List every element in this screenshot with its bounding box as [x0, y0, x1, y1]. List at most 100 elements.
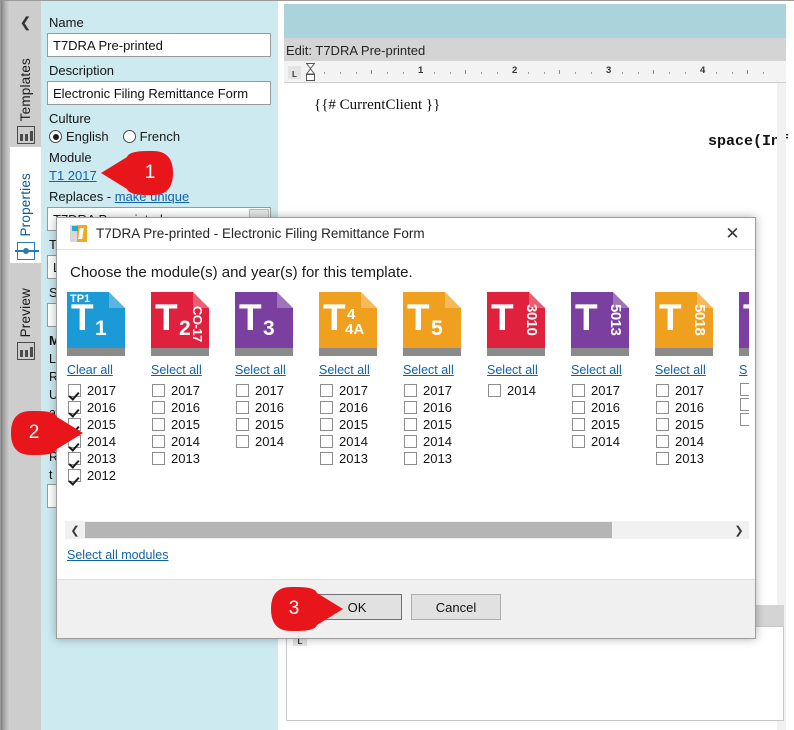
year-checkbox-row[interactable]: 2014	[320, 434, 401, 449]
module-select-all-link[interactable]: Select all	[403, 363, 485, 377]
module-select-all-link[interactable]: Select all	[655, 363, 737, 377]
year-checkbox[interactable]	[320, 435, 333, 448]
year-checkbox[interactable]	[152, 401, 165, 414]
year-label: 2014	[591, 434, 620, 449]
year-checkbox[interactable]	[320, 401, 333, 414]
year-label: 2017	[423, 383, 452, 398]
year-checkbox-row[interactable]: 2017	[320, 383, 401, 398]
year-checkbox-row[interactable]: 2017	[152, 383, 233, 398]
year-checkbox[interactable]	[740, 383, 749, 396]
year-checkbox-row[interactable]: 2014	[236, 434, 317, 449]
year-checkbox[interactable]	[404, 418, 417, 431]
year-checkbox[interactable]	[236, 435, 249, 448]
scrollbar-thumb[interactable]	[85, 522, 612, 538]
module-value-link[interactable]: T1 2017	[49, 168, 97, 183]
module-select-all-link[interactable]: Select all	[487, 363, 569, 377]
year-checkbox[interactable]	[572, 418, 585, 431]
year-checkbox-row[interactable]: 2016	[236, 400, 317, 415]
year-checkbox[interactable]	[320, 384, 333, 397]
year-checkbox[interactable]	[236, 401, 249, 414]
year-checkbox-row[interactable]: 2015	[572, 417, 653, 432]
name-input[interactable]: T7DRA Pre-printed	[47, 33, 271, 57]
year-checkbox[interactable]	[152, 435, 165, 448]
year-checkbox-row[interactable]: 2016	[404, 400, 485, 415]
year-checkbox[interactable]	[656, 418, 669, 431]
year-checkbox-row[interactable]: 2015	[656, 417, 737, 432]
chevron-left-icon[interactable]: ❮	[65, 521, 85, 539]
year-checkbox[interactable]	[656, 452, 669, 465]
year-checkbox[interactable]	[572, 384, 585, 397]
year-checkbox[interactable]	[152, 452, 165, 465]
year-checkbox-row[interactable]: 2016	[656, 400, 737, 415]
year-checkbox-row[interactable]: 2017	[656, 383, 737, 398]
collapse-pane-icon[interactable]: ❮	[10, 9, 41, 35]
year-checkbox-row[interactable]: 2017	[404, 383, 485, 398]
year-checkbox-row[interactable]: 2014	[404, 434, 485, 449]
year-checkbox[interactable]	[740, 398, 749, 411]
year-checkbox-row[interactable]: 2014	[152, 434, 233, 449]
year-checkbox-row[interactable]: 2013	[656, 451, 737, 466]
radio-french[interactable]	[122, 130, 136, 143]
select-all-modules-link[interactable]: Select all modules	[67, 548, 168, 562]
year-checkbox[interactable]	[656, 384, 669, 397]
year-checkbox-row[interactable]: 2013	[320, 451, 401, 466]
year-checkbox-row[interactable]: 2014	[572, 434, 653, 449]
year-checkbox-row[interactable]: 2013	[152, 451, 233, 466]
preview-panel[interactable]: L	[286, 626, 784, 721]
cancel-button[interactable]: Cancel	[411, 594, 501, 620]
module-select-all-link[interactable]: Select all	[571, 363, 653, 377]
year-checkbox-row[interactable]: 2014	[488, 383, 569, 398]
radio-english[interactable]	[49, 130, 62, 143]
year-checkbox-row[interactable]: 2012	[68, 468, 149, 483]
year-checkbox-row[interactable]: 2015	[236, 417, 317, 432]
close-icon[interactable]: ✕	[710, 218, 755, 250]
year-checkbox-row[interactable]	[740, 398, 749, 411]
sidebar-item-templates[interactable]: Templates	[10, 35, 41, 147]
year-checkbox[interactable]	[404, 401, 417, 414]
year-checkbox-row[interactable]: 2015	[320, 417, 401, 432]
module-column: T 5013 Select all 2017 2016 2015 2014	[569, 292, 653, 451]
year-checkbox-row[interactable]: 2017	[236, 383, 317, 398]
year-checkbox[interactable]	[404, 384, 417, 397]
modules-horizontal-scrollbar[interactable]: ❮ ❯	[65, 521, 749, 539]
year-checkbox[interactable]	[68, 384, 81, 397]
year-checkbox[interactable]	[404, 452, 417, 465]
year-checkbox[interactable]	[236, 418, 249, 431]
year-checkbox[interactable]	[152, 384, 165, 397]
year-checkbox[interactable]	[236, 384, 249, 397]
module-select-all-link[interactable]: Clear all	[67, 363, 149, 377]
year-checkbox[interactable]	[488, 384, 501, 397]
module-select-all-link[interactable]: Select all	[151, 363, 233, 377]
year-checkbox-row[interactable]: 2014	[656, 434, 737, 449]
chevron-right-icon[interactable]: ❯	[729, 521, 749, 539]
year-checkbox[interactable]	[320, 452, 333, 465]
year-checkbox-row[interactable]: 2016	[320, 400, 401, 415]
year-checkbox-row[interactable]: 2017	[572, 383, 653, 398]
year-checkbox[interactable]	[656, 401, 669, 414]
module-icon-letter: T	[659, 297, 682, 338]
sidebar-item-properties[interactable]: Properties	[10, 147, 41, 263]
module-select-all-link[interactable]: Select all	[319, 363, 401, 377]
sidebar-item-preview[interactable]: Preview	[10, 263, 41, 363]
year-checkbox[interactable]	[656, 435, 669, 448]
year-checkbox-row[interactable]: 2015	[404, 417, 485, 432]
year-checkbox[interactable]	[740, 413, 749, 426]
year-checkbox[interactable]	[572, 401, 585, 414]
editor-ruler[interactable]: L 1 2 3 4	[284, 61, 786, 83]
year-checkbox[interactable]	[152, 418, 165, 431]
year-checkbox-row[interactable]: 2017	[68, 383, 149, 398]
module-select-all-link[interactable]: S	[739, 363, 749, 377]
year-checkbox-row[interactable]	[740, 383, 749, 396]
year-checkbox[interactable]	[68, 469, 81, 482]
module-select-all-link[interactable]: Select all	[235, 363, 317, 377]
year-checkbox[interactable]	[572, 435, 585, 448]
year-checkbox[interactable]	[404, 435, 417, 448]
year-checkbox-row[interactable]: 2016	[572, 400, 653, 415]
year-checkbox-row[interactable]: 2013	[404, 451, 485, 466]
tab-stop-icon[interactable]: L	[288, 66, 301, 79]
year-checkbox[interactable]	[320, 418, 333, 431]
description-input[interactable]: Electronic Filing Remittance Form	[47, 81, 271, 105]
year-checkbox-row[interactable]	[740, 413, 749, 426]
year-checkbox-row[interactable]: 2016	[152, 400, 233, 415]
year-checkbox-row[interactable]: 2015	[152, 417, 233, 432]
